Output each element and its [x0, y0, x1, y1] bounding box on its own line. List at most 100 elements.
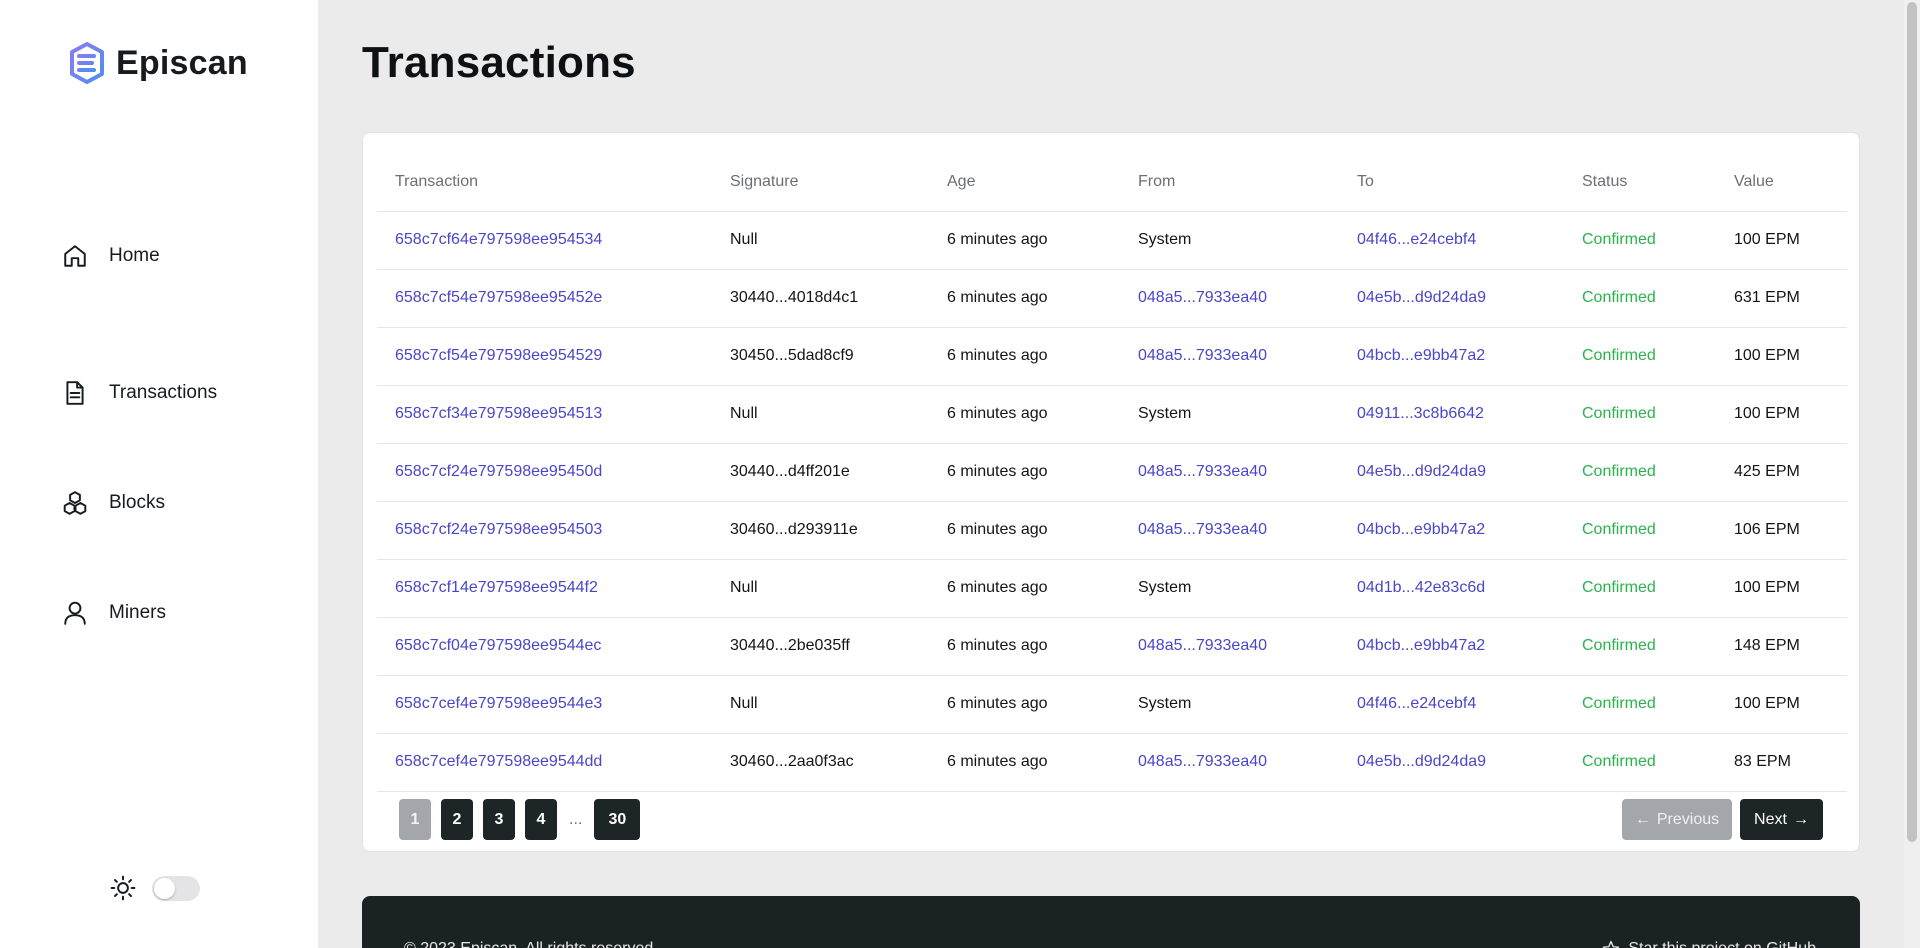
- transactions-table: Transaction Signature Age From To Status…: [377, 153, 1847, 792]
- to-address-link[interactable]: 04f46...e24cebf4: [1339, 675, 1564, 734]
- table-row: 658c7cf54e797598ee954529 30450...5dad8cf…: [377, 327, 1847, 386]
- age-cell: 6 minutes ago: [929, 385, 1120, 444]
- footer-copyright: © 2023 Episcan. All rights reserved.: [404, 940, 658, 948]
- star-icon: [1603, 940, 1620, 948]
- page-button-2[interactable]: 2: [441, 799, 473, 840]
- page-title: Transactions: [362, 38, 636, 87]
- pagination-ellipsis: ...: [569, 810, 583, 828]
- signature-cell: Null: [712, 385, 929, 444]
- transactions-table-body: 658c7cf64e797598ee954534 Null 6 minutes …: [377, 211, 1847, 792]
- age-cell: 6 minutes ago: [929, 559, 1120, 618]
- from-address-link[interactable]: 048a5...7933ea40: [1120, 269, 1339, 328]
- from-address-link[interactable]: 048a5...7933ea40: [1120, 733, 1339, 792]
- sun-icon: [110, 875, 136, 901]
- transactions-card: Transaction Signature Age From To Status…: [362, 132, 1860, 852]
- transaction-link[interactable]: 658c7cef4e797598ee9544dd: [377, 733, 712, 792]
- page-button-3[interactable]: 3: [483, 799, 515, 840]
- to-address-link[interactable]: 04e5b...d9d24da9: [1339, 443, 1564, 502]
- transaction-link[interactable]: 658c7cf54e797598ee954529: [377, 327, 712, 386]
- table-row: 658c7cf64e797598ee954534 Null 6 minutes …: [377, 211, 1847, 270]
- next-button[interactable]: Next →: [1740, 799, 1823, 840]
- status-cell: Confirmed: [1564, 443, 1716, 502]
- age-cell: 6 minutes ago: [929, 501, 1120, 560]
- value-cell: 631 EPM: [1716, 269, 1847, 328]
- previous-button[interactable]: ← Previous: [1622, 799, 1732, 840]
- transaction-link[interactable]: 658c7cf04e797598ee9544ec: [377, 617, 712, 676]
- to-address-link[interactable]: 04bcb...e9bb47a2: [1339, 501, 1564, 560]
- signature-cell: 30460...d293911e: [712, 501, 929, 560]
- sidebar-item-miners[interactable]: Miners: [62, 558, 217, 668]
- arrow-right-icon: →: [1792, 810, 1809, 828]
- from-address-link[interactable]: 048a5...7933ea40: [1120, 443, 1339, 502]
- signature-cell: 30460...2aa0f3ac: [712, 733, 929, 792]
- table-row: 658c7cf04e797598ee9544ec 30440...2be035f…: [377, 617, 1847, 676]
- status-cell: Confirmed: [1564, 385, 1716, 444]
- transaction-link[interactable]: 658c7cf54e797598ee95452e: [377, 269, 712, 328]
- theme-switch[interactable]: [152, 875, 200, 901]
- status-cell: Confirmed: [1564, 269, 1716, 328]
- to-address-link[interactable]: 04f46...e24cebf4: [1339, 211, 1564, 270]
- page-button-4[interactable]: 4: [525, 799, 557, 840]
- to-address-link[interactable]: 04bcb...e9bb47a2: [1339, 327, 1564, 386]
- sidebar-item-label: Transactions: [109, 382, 218, 403]
- header-value: Value: [1716, 153, 1847, 212]
- transaction-link[interactable]: 658c7cf24e797598ee954503: [377, 501, 712, 560]
- user-icon: [64, 601, 86, 625]
- table-row: 658c7cf24e797598ee954503 30460...d293911…: [377, 501, 1847, 560]
- from-address-link[interactable]: 048a5...7933ea40: [1120, 327, 1339, 386]
- signature-cell: 30440...d4ff201e: [712, 443, 929, 502]
- theme-toggle: [110, 875, 200, 901]
- previous-label: Previous: [1656, 810, 1720, 828]
- transaction-link[interactable]: 658c7cef4e797598ee9544e3: [377, 675, 712, 734]
- github-link-label: Star this project on GitHub: [1628, 940, 1816, 948]
- age-cell: 6 minutes ago: [929, 269, 1120, 328]
- brand[interactable]: Episcan: [68, 42, 248, 84]
- home-icon: [64, 245, 86, 267]
- to-address-link[interactable]: 04e5b...d9d24da9: [1339, 733, 1564, 792]
- next-label: Next: [1754, 810, 1787, 828]
- sidebar-item-label: Miners: [109, 602, 167, 623]
- table-header-row: Transaction Signature Age From To Status…: [377, 153, 1847, 212]
- page-button-1[interactable]: 1: [399, 799, 431, 840]
- age-cell: 6 minutes ago: [929, 733, 1120, 792]
- transaction-link[interactable]: 658c7cf34e797598ee954513: [377, 385, 712, 444]
- from-address-link[interactable]: 048a5...7933ea40: [1120, 617, 1339, 676]
- page-button-last[interactable]: 30: [594, 799, 641, 840]
- sidebar-item-home[interactable]: Home: [62, 228, 217, 284]
- sidebar-item-blocks[interactable]: Blocks: [62, 448, 217, 558]
- sidebar-item-transactions[interactable]: Transactions: [62, 338, 217, 448]
- value-cell: 83 EPM: [1716, 733, 1847, 792]
- table-row: 658c7cf14e797598ee9544f2 Null 6 minutes …: [377, 559, 1847, 618]
- status-cell: Confirmed: [1564, 501, 1716, 560]
- page-nav-buttons: ← Previous Next →: [1622, 799, 1823, 840]
- to-address-link[interactable]: 04e5b...d9d24da9: [1339, 269, 1564, 328]
- table-row: 658c7cef4e797598ee9544dd 30460...2aa0f3a…: [377, 733, 1847, 792]
- to-address-link[interactable]: 04d1b...42e83c6d: [1339, 559, 1564, 618]
- from-address-link[interactable]: 048a5...7933ea40: [1120, 501, 1339, 560]
- footer: © 2023 Episcan. All rights reserved. Sta…: [362, 896, 1860, 948]
- transaction-link[interactable]: 658c7cf24e797598ee95450d: [377, 443, 712, 502]
- page-scrollbar[interactable]: [1904, 0, 1920, 948]
- blocks-icon: [63, 491, 87, 515]
- brand-name: Episcan: [116, 43, 248, 82]
- age-cell: 6 minutes ago: [929, 327, 1120, 386]
- age-cell: 6 minutes ago: [929, 211, 1120, 270]
- table-row: 658c7cf54e797598ee95452e 30440...4018d4c…: [377, 269, 1847, 328]
- header-age: Age: [929, 153, 1120, 212]
- header-to: To: [1339, 153, 1564, 212]
- value-cell: 106 EPM: [1716, 501, 1847, 560]
- value-cell: 425 EPM: [1716, 443, 1847, 502]
- transaction-link[interactable]: 658c7cf64e797598ee954534: [377, 211, 712, 270]
- github-link[interactable]: Star this project on GitHub: [1602, 940, 1816, 948]
- value-cell: 100 EPM: [1716, 385, 1847, 444]
- to-address-link[interactable]: 04911...3c8b6642: [1339, 385, 1564, 444]
- to-address-link[interactable]: 04bcb...e9bb47a2: [1339, 617, 1564, 676]
- value-cell: 100 EPM: [1716, 559, 1847, 618]
- table-row: 658c7cf24e797598ee95450d 30440...d4ff201…: [377, 443, 1847, 502]
- value-cell: 100 EPM: [1716, 211, 1847, 270]
- status-cell: Confirmed: [1564, 327, 1716, 386]
- signature-cell: 30450...5dad8cf9: [712, 327, 929, 386]
- from-cell: System: [1120, 211, 1339, 270]
- transaction-link[interactable]: 658c7cf14e797598ee9544f2: [377, 559, 712, 618]
- scrollbar-thumb[interactable]: [1907, 2, 1917, 842]
